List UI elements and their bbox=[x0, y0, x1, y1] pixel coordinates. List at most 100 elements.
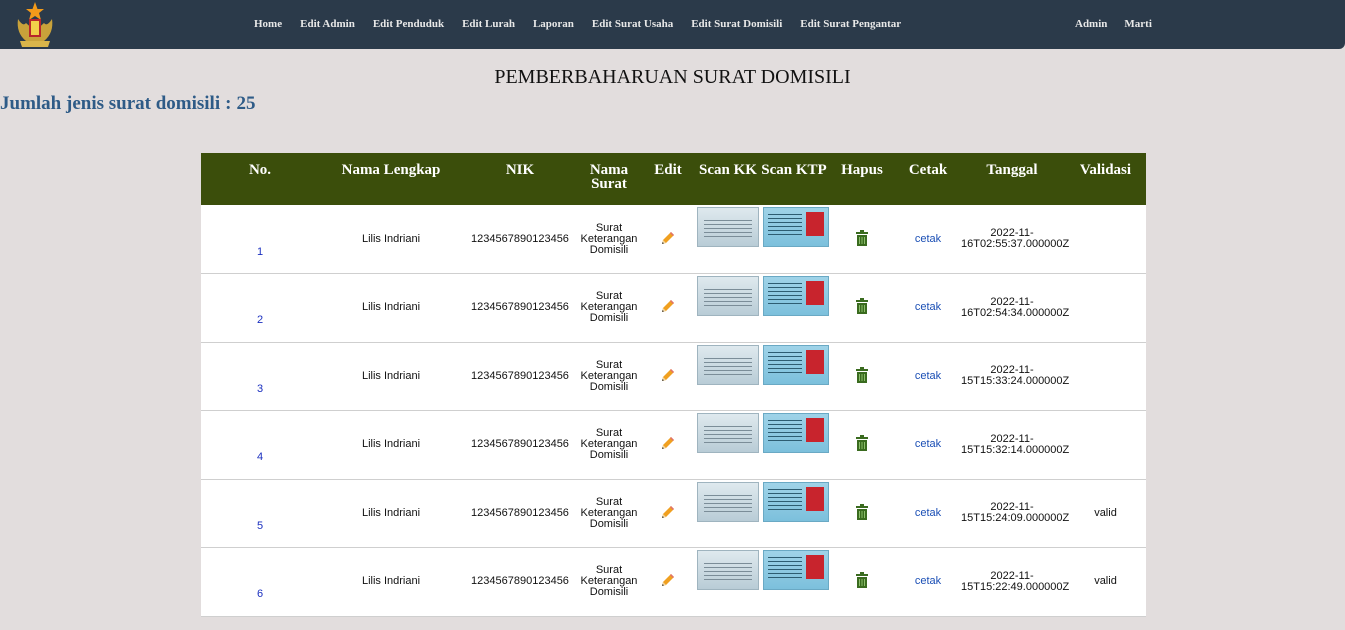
scan-kk-image[interactable] bbox=[697, 413, 759, 453]
pencil-icon[interactable] bbox=[660, 367, 676, 386]
row-number: 6 bbox=[256, 588, 264, 601]
row-nama: Lilis Indriani bbox=[361, 438, 421, 451]
row-nik: 1234567890123456 bbox=[471, 575, 569, 588]
row-tanggal: 2022-11-15T15:32:14.000000Z bbox=[961, 432, 1070, 456]
row-scan-kk bbox=[695, 342, 761, 411]
scan-ktp-image[interactable] bbox=[763, 207, 829, 247]
row-number: 3 bbox=[256, 382, 264, 395]
row-tanggal: 2022-11-15T15:22:49.000000Z bbox=[961, 569, 1070, 593]
row-validasi bbox=[1065, 342, 1146, 411]
row-hapus-cell bbox=[827, 411, 897, 480]
row-hapus-cell bbox=[827, 479, 897, 548]
trash-icon[interactable] bbox=[855, 229, 869, 249]
trash-icon[interactable] bbox=[855, 298, 869, 317]
pencil-icon[interactable] bbox=[660, 504, 676, 523]
scan-kk-image[interactable] bbox=[697, 276, 759, 316]
row-cetak-link[interactable]: cetak bbox=[897, 479, 959, 548]
row-hapus-cell bbox=[827, 342, 897, 411]
pencil-icon[interactable] bbox=[660, 435, 676, 454]
scan-ktp-image[interactable] bbox=[763, 550, 829, 590]
document-count: Jumlah jenis surat domisili:25 bbox=[0, 93, 255, 115]
nav-home[interactable]: Home bbox=[245, 18, 291, 30]
scan-kk-image[interactable] bbox=[697, 344, 759, 385]
scan-ktp-image[interactable] bbox=[763, 481, 829, 522]
row-nama-surat: Surat Keterangan Domisili bbox=[580, 564, 638, 599]
nav-edit-admin[interactable]: Edit Admin bbox=[291, 18, 364, 30]
table-body: 1 Lilis Indriani 1234567890123456 Surat Ket… bbox=[201, 205, 1146, 616]
emblem-logo[interactable] bbox=[14, 1, 56, 49]
row-number: 2 bbox=[256, 314, 264, 327]
row-nik: 1234567890123456 bbox=[471, 369, 569, 382]
row-nama: Lilis Indriani bbox=[361, 301, 421, 314]
table-row: 1 Lilis Indriani 1234567890123456 Surat Ket… bbox=[201, 205, 1146, 274]
table-row: 4 Lilis Indriani 1234567890123456 Surat Ket… bbox=[201, 410, 1146, 480]
row-cetak-link[interactable]: cetak bbox=[897, 548, 959, 617]
nav-admin[interactable]: Admin bbox=[1066, 18, 1115, 30]
row-scan-kk bbox=[695, 548, 761, 617]
trash-icon[interactable] bbox=[855, 366, 869, 386]
row-hapus-cell bbox=[827, 205, 897, 274]
row-nik: 1234567890123456 bbox=[471, 301, 569, 314]
row-edit-cell bbox=[641, 205, 695, 274]
row-tanggal: 2022-11-15T15:33:24.000000Z bbox=[961, 364, 1070, 388]
row-hapus-cell bbox=[827, 274, 897, 343]
trash-icon[interactable] bbox=[855, 572, 869, 591]
row-cetak-link[interactable]: cetak bbox=[897, 411, 959, 480]
scan-ktp-image[interactable] bbox=[763, 276, 829, 316]
nav-edit-surat-usaha[interactable]: Edit Surat Usaha bbox=[583, 18, 682, 30]
nav-edit-lurah[interactable]: Edit Lurah bbox=[453, 18, 524, 30]
count-label: Jumlah jenis surat domisili bbox=[0, 93, 221, 114]
row-nik: 1234567890123456 bbox=[471, 438, 569, 451]
scan-ktp-image[interactable] bbox=[763, 344, 829, 385]
nav-edit-surat-pengantar[interactable]: Edit Surat Pengantar bbox=[791, 18, 910, 30]
domisili-table-wrap: No. Nama Lengkap NIK Nama Surat Edit Sca… bbox=[201, 153, 1146, 617]
col-tanggal: Tanggal bbox=[959, 153, 1065, 205]
row-hapus-cell bbox=[827, 548, 897, 617]
pencil-icon[interactable] bbox=[660, 298, 676, 317]
row-nama-surat: Surat Keterangan Domisili bbox=[580, 427, 638, 462]
row-validasi bbox=[1065, 274, 1146, 343]
row-cetak-link[interactable]: cetak bbox=[897, 205, 959, 274]
table-header-row: No. Nama Lengkap NIK Nama Surat Edit Sca… bbox=[201, 153, 1146, 205]
nav-laporan[interactable]: Laporan bbox=[524, 18, 583, 30]
row-nama: Lilis Indriani bbox=[361, 506, 421, 519]
row-scan-kk bbox=[695, 205, 761, 274]
pencil-icon[interactable] bbox=[660, 230, 676, 249]
table-row: 6 Lilis Indriani 1234567890123456 Surat Ket… bbox=[201, 547, 1146, 617]
row-nama-surat: Surat Keterangan Domisili bbox=[580, 495, 638, 530]
nav-user[interactable]: Marti bbox=[1115, 18, 1159, 30]
count-value: 25 bbox=[236, 93, 256, 114]
col-validasi: Validasi bbox=[1065, 153, 1146, 205]
col-cetak: Cetak bbox=[897, 153, 959, 205]
row-edit-cell bbox=[641, 479, 695, 548]
scan-kk-image[interactable] bbox=[697, 550, 759, 590]
nav-links: Home Edit Admin Edit Penduduk Edit Lurah… bbox=[245, 18, 910, 30]
trash-icon[interactable] bbox=[855, 435, 869, 454]
nav-edit-surat-domisili[interactable]: Edit Surat Domisili bbox=[682, 18, 791, 30]
row-scan-ktp bbox=[761, 274, 829, 343]
row-number: 5 bbox=[256, 519, 264, 532]
scan-kk-image[interactable] bbox=[697, 481, 759, 522]
row-scan-ktp bbox=[761, 205, 829, 274]
row-validasi bbox=[1065, 411, 1146, 480]
row-cetak-link[interactable]: cetak bbox=[897, 274, 959, 343]
row-number: 1 bbox=[256, 245, 264, 258]
scan-kk-image[interactable] bbox=[697, 207, 759, 247]
col-scan-ktp: Scan KTP bbox=[761, 153, 827, 205]
row-scan-ktp bbox=[761, 342, 829, 411]
scan-ktp-image[interactable] bbox=[763, 413, 829, 453]
col-edit: Edit bbox=[641, 153, 695, 205]
trash-icon[interactable] bbox=[855, 503, 869, 523]
col-scan-kk: Scan KK bbox=[695, 153, 761, 205]
col-hapus: Hapus bbox=[827, 153, 897, 205]
col-nik: NIK bbox=[463, 153, 577, 205]
nav-edit-penduduk[interactable]: Edit Penduduk bbox=[364, 18, 453, 30]
row-nik: 1234567890123456 bbox=[471, 232, 569, 245]
col-nama-lengkap: Nama Lengkap bbox=[319, 153, 463, 205]
pencil-icon[interactable] bbox=[660, 572, 676, 591]
navbar: Home Edit Admin Edit Penduduk Edit Lurah… bbox=[0, 0, 1345, 49]
row-cetak-link[interactable]: cetak bbox=[897, 342, 959, 411]
row-tanggal: 2022-11-16T02:55:37.000000Z bbox=[961, 227, 1070, 250]
row-nik: 1234567890123456 bbox=[471, 506, 569, 519]
row-scan-ktp bbox=[761, 548, 829, 617]
